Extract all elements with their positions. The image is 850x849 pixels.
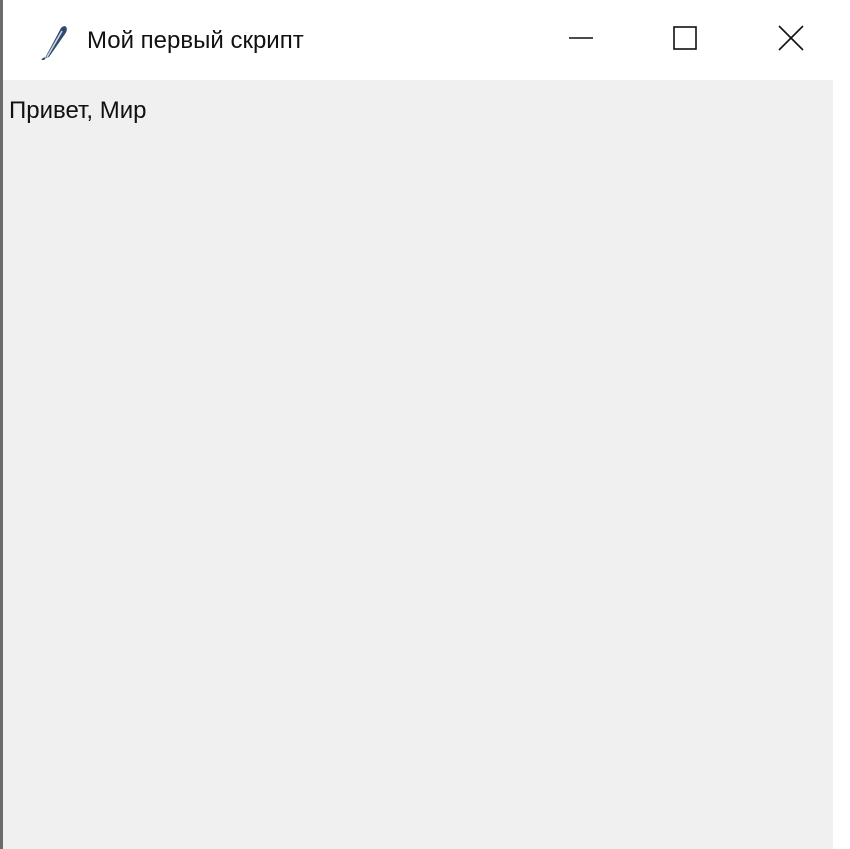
window-title: Мой первый скрипт [87, 27, 304, 54]
minimize-button[interactable] [531, 0, 631, 80]
maximize-button[interactable] [635, 0, 735, 80]
minimize-icon [568, 25, 594, 56]
greeting-label: Привет, Мир [9, 97, 147, 124]
close-button[interactable] [741, 0, 841, 80]
app-window: Мой первый скрипт Привет, Мир [0, 0, 850, 849]
close-icon [777, 24, 805, 57]
maximize-icon [672, 25, 698, 56]
client-area: Привет, Мир [3, 80, 833, 849]
feather-icon [39, 24, 71, 61]
title-bar[interactable]: Мой первый скрипт [3, 0, 850, 80]
